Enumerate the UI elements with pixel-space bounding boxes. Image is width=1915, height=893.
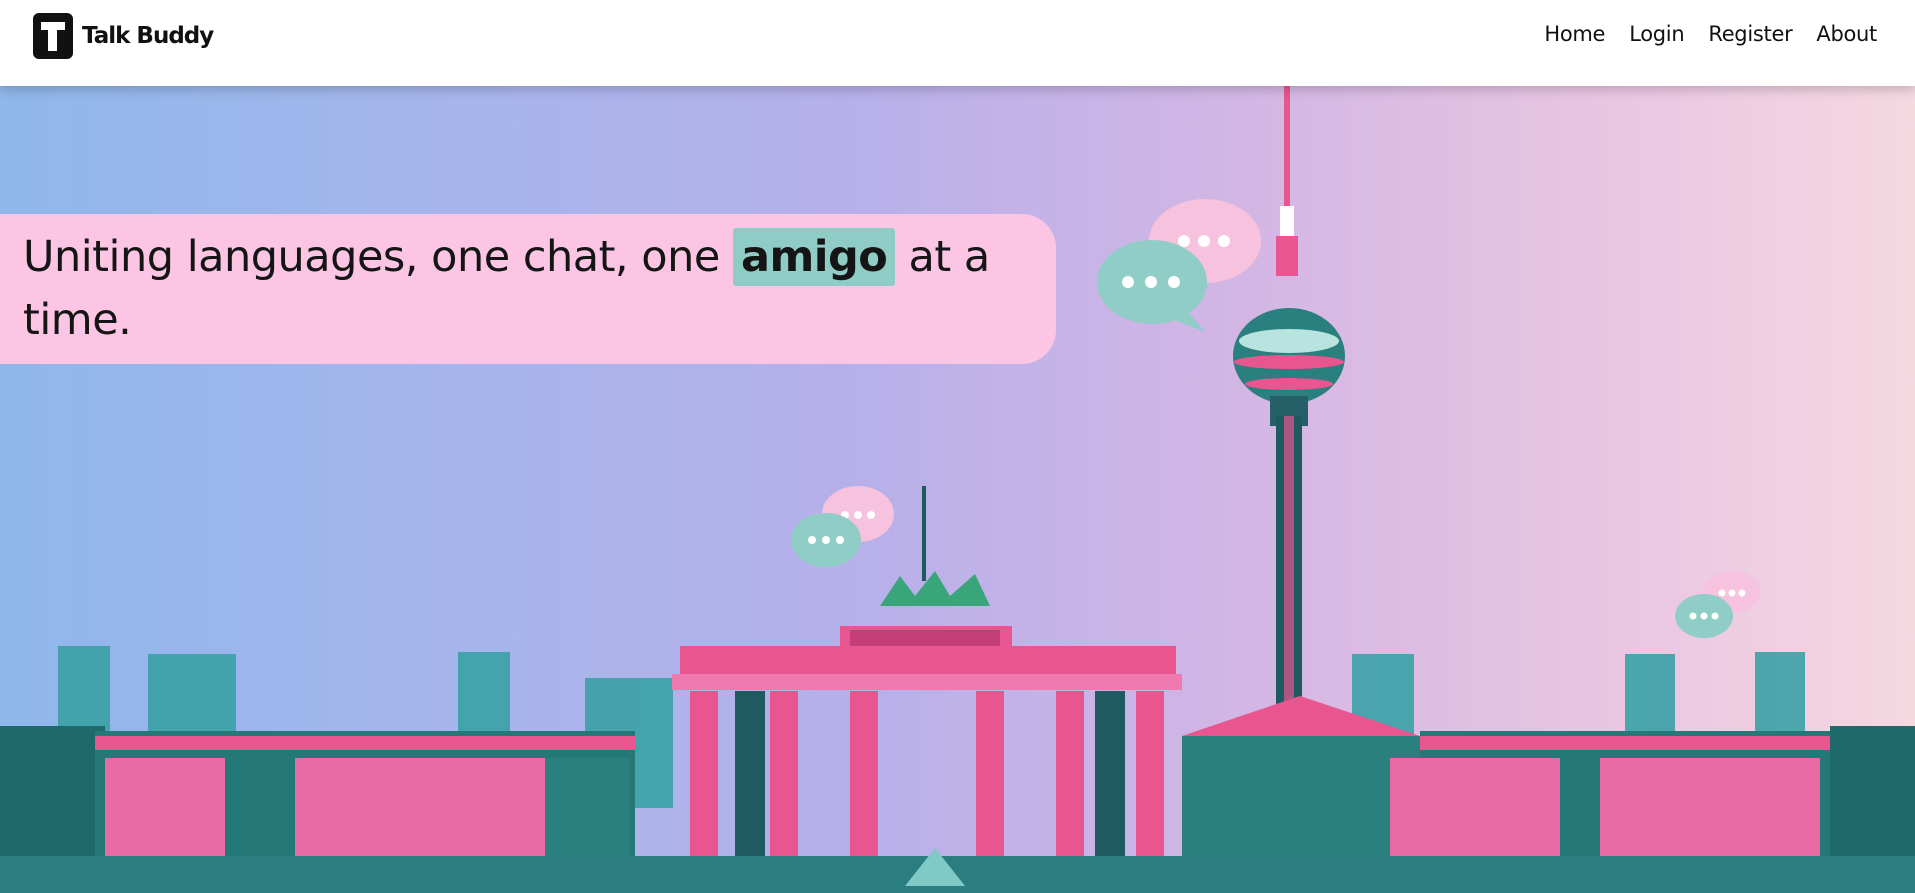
tv-tower — [1233, 86, 1345, 766]
brandenburg-gate — [672, 486, 1182, 866]
main-nav: Home Login Register About — [1544, 22, 1877, 46]
brand-name: Talk Buddy — [82, 23, 214, 49]
berlin-skyline-illustration — [0, 86, 1915, 893]
nav-home-link[interactable]: Home — [1544, 22, 1605, 46]
tagline-before: Uniting languages, one chat, one — [23, 232, 733, 282]
hero-section: Uniting languages, one chat, one amigo a… — [0, 86, 1915, 893]
top-navbar: Talk Buddy Home Login Register About — [0, 0, 1915, 86]
ground — [0, 856, 1915, 893]
nav-login-link[interactable]: Login — [1629, 22, 1684, 46]
hero-tagline-box: Uniting languages, one chat, one amigo a… — [0, 214, 1056, 364]
chat-bubble-icon — [791, 486, 894, 567]
left-palace — [0, 726, 635, 866]
right-palace — [1182, 696, 1915, 866]
chat-bubble-icon — [1675, 571, 1760, 638]
nav-register-link[interactable]: Register — [1708, 22, 1792, 46]
hero-tagline: Uniting languages, one chat, one amigo a… — [23, 226, 1033, 352]
t-logo-icon — [33, 13, 73, 59]
chat-bubble-icon — [1097, 199, 1261, 332]
tagline-highlight: amigo — [732, 228, 896, 286]
nav-about-link[interactable]: About — [1816, 22, 1877, 46]
brand-logo[interactable]: Talk Buddy — [33, 13, 214, 59]
